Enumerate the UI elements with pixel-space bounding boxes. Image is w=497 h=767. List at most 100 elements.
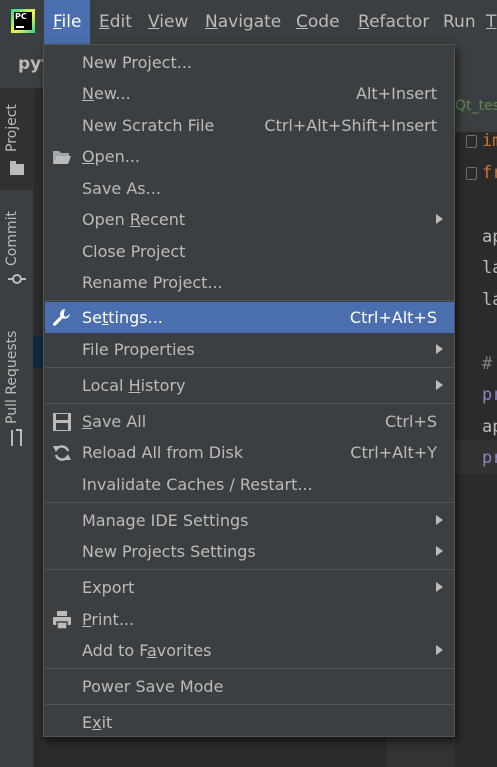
code-line: pr: [482, 448, 497, 468]
tool-tab-pull-requests[interactable]: Pull Requests: [0, 313, 33, 453]
menu-item-save-all[interactable]: Save All Ctrl+S: [45, 406, 454, 437]
code-line: ap: [482, 417, 497, 437]
menu-item-shortcut: Ctrl+Alt+Y: [350, 443, 437, 462]
code-line: ap: [482, 227, 497, 247]
submenu-arrow-icon: [436, 515, 443, 525]
menu-separator: [45, 300, 454, 301]
menu-separator: [45, 502, 454, 503]
commit-icon: [8, 274, 26, 284]
menu-item-new-project[interactable]: New Project...: [45, 47, 454, 78]
menu-item-label: Invalidate Caches / Restart...: [82, 475, 313, 494]
menu-item-add-to-favorites[interactable]: Add to Favorites: [45, 635, 454, 666]
submenu-arrow-icon: [436, 546, 443, 556]
menu-item-exit[interactable]: Exit: [45, 707, 454, 738]
menu-view[interactable]: View: [139, 0, 197, 44]
menu-tools[interactable]: T: [482, 0, 497, 44]
menu-separator: [45, 668, 454, 669]
menu-item-print[interactable]: Print...: [45, 604, 454, 635]
menu-item-open[interactable]: Open...: [45, 141, 454, 172]
folder-icon: [10, 161, 24, 175]
menu-item-local-history[interactable]: Local History: [45, 370, 454, 401]
menu-item-label: Reload All from Disk: [82, 443, 244, 462]
menu-item-label: Save As...: [82, 179, 161, 198]
menu-item-rename-project[interactable]: Rename Project...: [45, 267, 454, 298]
floppy-disk-icon: [53, 413, 71, 431]
menu-separator: [45, 367, 454, 368]
menu-edit[interactable]: Edit: [90, 0, 141, 44]
code-line: fr: [482, 163, 497, 183]
menu-code[interactable]: Code: [287, 0, 349, 44]
code-line: im: [482, 131, 497, 151]
menu-item-label: Print...: [82, 610, 135, 629]
submenu-arrow-icon: [436, 214, 443, 224]
menu-item-new-projects-settings[interactable]: New Projects Settings: [45, 536, 454, 567]
file-menu-dropdown: New Project... New... Alt+Insert New Scr…: [43, 44, 455, 737]
pull-requests-icon: [11, 429, 22, 446]
menu-item-label: Power Save Mode: [82, 677, 224, 696]
pycharm-logo-icon: PC: [11, 9, 35, 33]
menu-item-invalidate-caches[interactable]: Invalidate Caches / Restart...: [45, 469, 454, 500]
menu-item-shortcut: Alt+Insert: [356, 84, 437, 103]
menu-item-label: Rename Project...: [82, 273, 223, 292]
menu-separator: [45, 704, 454, 705]
editor-tab[interactable]: Qt_tes: [455, 98, 497, 114]
fold-marker-icon[interactable]: [466, 167, 477, 180]
menu-item-shortcut: Ctrl+Alt+S: [349, 308, 437, 327]
menu-navigate[interactable]: Navigate: [196, 0, 290, 44]
menu-item-label: New Projects Settings: [82, 542, 256, 561]
menu-item-shortcut: Ctrl+S: [384, 412, 437, 431]
menu-item-new-scratch-file[interactable]: New Scratch File Ctrl+Alt+Shift+Insert: [45, 110, 454, 141]
fold-marker-icon[interactable]: [466, 135, 477, 148]
menu-refactor[interactable]: Refactor: [349, 0, 438, 44]
menu-separator: [45, 569, 454, 570]
submenu-arrow-icon: [436, 344, 443, 354]
menu-run[interactable]: Run: [434, 0, 485, 44]
menu-item-label: Add to Favorites: [82, 641, 212, 660]
code-line: la: [482, 290, 497, 310]
menu-item-reload-all[interactable]: Reload All from Disk Ctrl+Alt+Y: [45, 437, 454, 468]
printer-icon: [53, 611, 71, 630]
reload-icon: [53, 445, 71, 461]
menu-item-label: Save All: [82, 412, 147, 431]
code-line: #: [482, 354, 493, 374]
menu-item-label: Manage IDE Settings: [82, 511, 249, 530]
menu-item-export[interactable]: Export: [45, 572, 454, 603]
code-line: pr: [482, 385, 497, 405]
main-menubar: PC File Edit View Navigate Code Refactor…: [0, 0, 497, 45]
menu-item-label: New...: [82, 84, 131, 103]
code-line: la: [482, 258, 497, 278]
submenu-arrow-icon: [436, 645, 443, 655]
folder-open-icon: [53, 151, 71, 164]
menu-item-label: Settings...: [82, 308, 163, 327]
menu-item-label: New Scratch File: [82, 116, 215, 135]
menu-item-settings[interactable]: Settings... Ctrl+Alt+S: [45, 302, 454, 333]
submenu-arrow-icon: [436, 582, 443, 592]
tool-tab-project[interactable]: Project: [0, 88, 33, 190]
left-tool-strip: Project Commit Pull Requests: [0, 88, 34, 767]
menu-file[interactable]: File: [44, 0, 91, 44]
menu-separator: [45, 403, 454, 404]
menu-item-label: Open Recent: [82, 210, 186, 229]
menu-item-manage-ide-settings[interactable]: Manage IDE Settings: [45, 505, 454, 536]
tool-tab-project-label: Project: [4, 104, 20, 152]
menu-item-close-project[interactable]: Close Project: [45, 236, 454, 267]
menu-item-label: Open...: [82, 147, 140, 166]
menu-item-label: Exit: [82, 713, 113, 732]
menu-item-save-as[interactable]: Save As...: [45, 173, 454, 204]
menu-item-label: Close Project: [82, 242, 186, 261]
menu-item-shortcut: Ctrl+Alt+Shift+Insert: [264, 116, 437, 135]
menu-item-power-save-mode[interactable]: Power Save Mode: [45, 671, 454, 702]
menu-item-label: Local History: [82, 376, 186, 395]
submenu-arrow-icon: [436, 380, 443, 390]
menu-item-new[interactable]: New... Alt+Insert: [45, 78, 454, 109]
project-tree-selection[interactable]: [33, 336, 43, 368]
menu-item-label: File Properties: [82, 340, 195, 359]
menu-item-label: Export: [82, 578, 135, 597]
tool-tab-pull-requests-label: Pull Requests: [4, 330, 20, 424]
menu-item-label: New Project...: [82, 53, 192, 72]
tool-tab-commit-label: Commit: [4, 211, 20, 266]
tool-tab-commit[interactable]: Commit: [0, 200, 33, 292]
menu-item-open-recent[interactable]: Open Recent: [45, 204, 454, 235]
wrench-icon: [53, 309, 70, 326]
menu-item-file-properties[interactable]: File Properties: [45, 334, 454, 365]
